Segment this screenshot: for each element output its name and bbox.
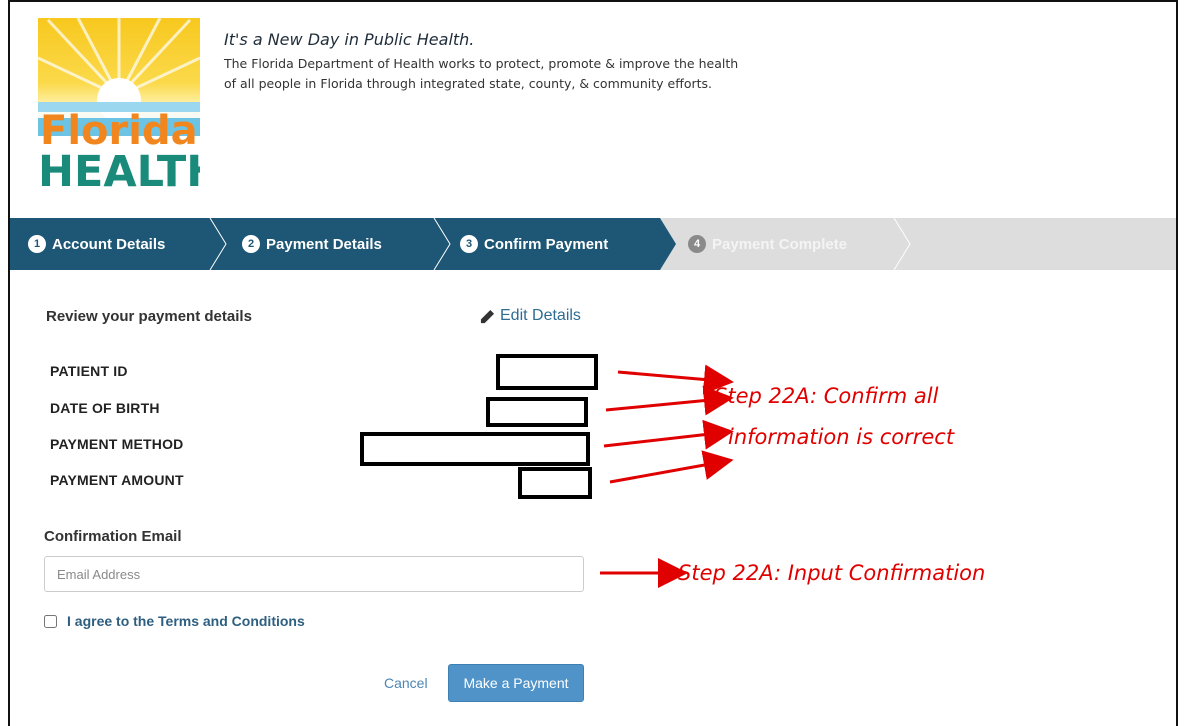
edit-details-label: Edit Details	[500, 307, 581, 324]
cancel-link[interactable]: Cancel	[384, 675, 428, 691]
payment-method-redaction	[360, 432, 590, 466]
annotation-input: Step 22A: Input Confirmation	[678, 561, 986, 585]
step-payment-complete: 4 Payment Complete	[688, 218, 847, 270]
arrow-date-of-birth	[605, 385, 734, 416]
step-label: Payment Complete	[712, 235, 848, 253]
terms-label: I agree to the Terms and Conditions	[67, 613, 305, 629]
step-confirm-payment: 3 Confirm Payment	[460, 218, 608, 270]
confirmation-email-input[interactable]	[44, 556, 584, 592]
tagline: It's a New Day in Public Health.	[224, 30, 475, 49]
edit-details-link[interactable]: Edit Details	[480, 307, 581, 325]
pencil-icon	[480, 309, 495, 323]
page-frame: Florida HEALTH It's a New Day in Public …	[8, 0, 1178, 726]
step-label: Payment Details	[266, 235, 382, 253]
stepper-active-tip	[660, 218, 676, 270]
payment-amount-label: PAYMENT AMOUNT	[50, 472, 184, 488]
step-payment-details[interactable]: 2 Payment Details	[242, 218, 382, 270]
patient-id-label: PATIENT ID	[50, 363, 128, 379]
date-of-birth-redaction	[486, 397, 588, 427]
step-number: 2	[242, 235, 260, 253]
confirmation-email-label: Confirmation Email	[44, 528, 182, 545]
payment-method-label: PAYMENT METHOD	[50, 436, 184, 452]
make-payment-button[interactable]: Make a Payment	[448, 664, 584, 702]
step-number: 3	[460, 235, 478, 253]
payment-amount-redaction	[518, 467, 592, 499]
florida-health-logo: Florida HEALTH	[38, 18, 200, 190]
terms-checkbox[interactable]	[44, 614, 57, 628]
step-separator	[433, 218, 451, 270]
arrow-payment-amount	[609, 450, 734, 484]
patient-id-redaction	[496, 354, 598, 390]
date-of-birth-label: DATE OF BIRTH	[50, 400, 160, 416]
arrow-patient-id	[617, 364, 734, 395]
annotation-confirm-line2: information is correct	[728, 425, 955, 449]
progress-stepper: 1 Account Details 2 Payment Details 3 Co…	[10, 218, 1176, 270]
step-separator	[893, 218, 911, 270]
logo-health-text: HEALTH	[38, 147, 200, 190]
step-account-details[interactable]: 1 Account Details	[28, 218, 165, 270]
annotation-confirm-line1: Step 22A: Confirm all	[714, 384, 939, 408]
review-title: Review your payment details	[46, 308, 252, 325]
step-number: 4	[688, 235, 706, 253]
arrow-payment-method	[603, 419, 734, 450]
step-number: 1	[28, 235, 46, 253]
step-label: Account Details	[52, 235, 166, 253]
mission-statement: The Florida Department of Health works t…	[224, 56, 739, 91]
step-label: Confirm Payment	[484, 235, 609, 253]
terms-agreement[interactable]: I agree to the Terms and Conditions	[44, 613, 305, 629]
step-separator	[209, 218, 227, 270]
